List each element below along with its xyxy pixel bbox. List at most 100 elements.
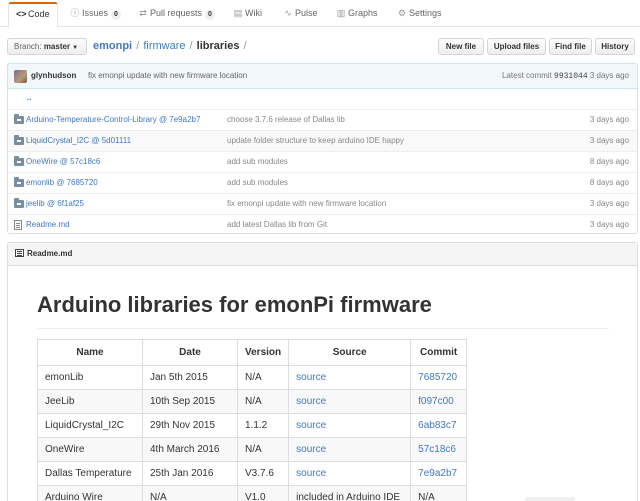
readme-heading: Arduino libraries for emonPi firmware	[37, 291, 609, 329]
tab-graphs[interactable]: ▥ Graphs	[329, 2, 385, 27]
table-row: LiquidCrystal_I2C 29th Nov 2015 1.1.2 so…	[37, 413, 468, 438]
source-link[interactable]: source	[296, 468, 326, 479]
file-commit-message[interactable]: choose 3.7.6 release of Dallas lib	[227, 110, 345, 130]
commit-age: 3 days ago	[589, 71, 629, 80]
tab-label: Pulse	[295, 8, 318, 18]
file-age: 3 days ago	[589, 199, 629, 208]
pulse-icon: ∿	[284, 8, 292, 18]
table-cell: source	[288, 437, 412, 462]
commit-link[interactable]: 57c18c6	[418, 444, 456, 455]
tab-label: Pull requests	[150, 8, 203, 18]
history-button[interactable]: History	[595, 38, 635, 55]
table-cell: emonLib	[37, 365, 143, 390]
table-cell: source	[288, 413, 412, 438]
issues-counter: 0	[111, 10, 121, 20]
file-commit-message[interactable]: add sub modules	[227, 152, 288, 172]
table-cell: JeeLib	[37, 389, 143, 414]
tab-issues[interactable]: ⓘ Issues 0	[63, 2, 128, 27]
table-cell: included in Arduino IDE	[288, 485, 412, 501]
file-commit-message[interactable]: add sub modules	[227, 173, 288, 193]
breadcrumb-separator: /	[243, 40, 247, 52]
source-link[interactable]: source	[296, 444, 326, 455]
breadcrumb-separator: /	[136, 40, 140, 52]
submodule-icon	[14, 198, 24, 208]
breadcrumb: emonpi / firmware / libraries /	[93, 38, 248, 55]
find-file-button[interactable]: Find file	[549, 38, 592, 55]
tab-wiki[interactable]: ▤ Wiki	[226, 2, 269, 27]
latest-commit: Latest commit 9931044 3 days ago	[502, 64, 629, 89]
table-row: OneWire 4th March 2016 N/A source 57c18c…	[37, 437, 468, 462]
parent-directory-row[interactable]: ..	[8, 88, 637, 109]
book-icon	[15, 249, 24, 257]
source-link[interactable]: source	[296, 372, 326, 383]
source-link[interactable]: source	[296, 420, 326, 431]
file-name-link[interactable]: Readme.md	[26, 215, 70, 235]
table-cell: V3.7.6	[236, 461, 290, 486]
table-row: JeeLib 10th Sep 2015 N/A source f097c00	[37, 389, 468, 414]
commit-link[interactable]: f097c00	[418, 396, 454, 407]
file-age: 8 days ago	[589, 178, 629, 187]
commit-link[interactable]: 7e9a2b7	[418, 468, 457, 479]
commit-author-link[interactable]: glynhudson	[31, 64, 76, 88]
table-cell: 4th March 2016	[142, 437, 238, 462]
commit-link[interactable]: 7685720	[418, 372, 457, 383]
table-cell: source	[288, 389, 412, 414]
table-row: Arduino Wire N/A V1.0 included in Arduin…	[37, 485, 468, 501]
readme-filename: Readme.md	[27, 249, 73, 258]
file-commit-message[interactable]: add latest Dallas lib from Git	[227, 215, 327, 235]
table-cell: 7e9a2b7	[410, 461, 468, 486]
branch-select-button[interactable]: Branch: master ▼	[7, 38, 87, 55]
tab-code[interactable]: <>Code	[8, 2, 58, 28]
table-cell: Dallas Temperature	[37, 461, 143, 486]
readme-panel: Readme.md Arduino libraries for emonPi f…	[7, 242, 638, 501]
tab-label: Settings	[409, 8, 442, 18]
libraries-table: Name Date Version Source Commit emonLib …	[37, 339, 468, 501]
file-name-link[interactable]: Arduino-Temperature-Control-Library @ 7e…	[26, 110, 200, 130]
parent-directory-link[interactable]: ..	[27, 88, 31, 108]
tab-pull-requests[interactable]: ⇄ Pull requests 0	[131, 2, 222, 27]
upload-files-button[interactable]: Upload files	[487, 38, 546, 55]
table-cell: N/A	[236, 365, 290, 390]
file-name-link[interactable]: jeelib @ 6f1af25	[26, 194, 84, 214]
tab-settings[interactable]: ⚙ Settings	[390, 2, 449, 27]
commit-link[interactable]: 6ab83c7	[418, 420, 456, 431]
tab-pulse[interactable]: ∿ Pulse	[276, 2, 325, 27]
commit-sha-link[interactable]: 9931044	[554, 72, 588, 81]
book-icon: ▤	[233, 8, 243, 18]
readme-header: Readme.md	[8, 243, 637, 266]
new-file-button[interactable]: New file	[438, 38, 484, 55]
table-row: Dallas Temperature 25th Jan 2016 V3.7.6 …	[37, 461, 468, 486]
table-cell: LiquidCrystal_I2C	[37, 413, 143, 438]
file-name-link[interactable]: OneWire @ 57c18c6	[26, 152, 100, 172]
file-age: 3 days ago	[589, 220, 629, 229]
file-row: Readme.md add latest Dallas lib from Git…	[8, 214, 637, 235]
branch-name: master	[43, 42, 71, 51]
table-cell: 25th Jan 2016	[142, 461, 238, 486]
table-cell: f097c00	[410, 389, 468, 414]
graph-icon: ▥	[336, 8, 346, 18]
file-list: .. Arduino-Temperature-Control-Library @…	[7, 88, 638, 234]
file-row: Arduino-Temperature-Control-Library @ 7e…	[8, 109, 637, 130]
table-header: Date	[142, 339, 238, 366]
file-text-icon	[14, 220, 24, 230]
source-link[interactable]: source	[296, 396, 326, 407]
file-name-link[interactable]: emonlib @ 7685720	[26, 173, 98, 193]
tab-label: Issues	[82, 8, 109, 18]
file-age: 3 days ago	[589, 136, 629, 145]
commit-message-link[interactable]: fix emonpi update with new firmware loca…	[88, 64, 247, 88]
breadcrumb-folder-link[interactable]: firmware	[143, 40, 185, 52]
table-header: Name	[37, 339, 143, 366]
pull-requests-counter: 0	[205, 10, 215, 20]
table-cell: N/A	[236, 437, 290, 462]
table-cell: 57c18c6	[410, 437, 468, 462]
submodule-icon	[14, 114, 24, 124]
file-commit-message[interactable]: fix emonpi update with new firmware loca…	[227, 194, 386, 214]
avatar[interactable]	[14, 70, 27, 83]
breadcrumb-repo-link[interactable]: emonpi	[93, 40, 132, 52]
breadcrumb-separator: /	[189, 40, 193, 52]
file-name-link[interactable]: LiquidCrystal_I2C @ 5d01111	[26, 131, 131, 151]
table-cell: 29th Nov 2015	[142, 413, 238, 438]
submodule-icon	[14, 156, 24, 166]
file-commit-message[interactable]: update folder structure to keep arduino …	[227, 131, 404, 151]
file-row: emonlib @ 7685720 add sub modules 8 days…	[8, 172, 637, 193]
